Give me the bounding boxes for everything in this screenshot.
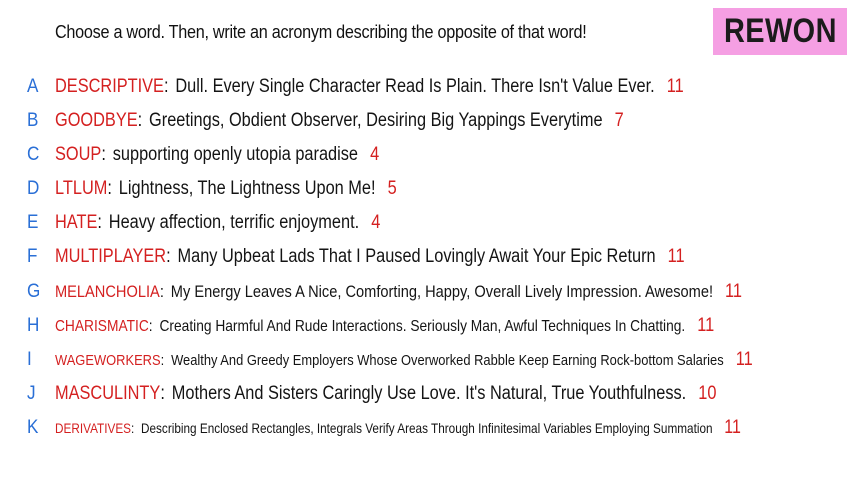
logo-text: REWON	[723, 12, 837, 50]
entry-line: DERIVATIVES: Describing Enclosed Rectang…	[55, 417, 741, 438]
entry-letter: D	[27, 178, 40, 199]
rewon-logo: REWON	[713, 8, 847, 55]
entry-acronym: Heavy affection, terrific enjoyment.	[108, 212, 360, 233]
entry-letter: I	[27, 349, 32, 370]
entry-count: 11	[725, 281, 743, 302]
entry-acronym: Greetings, Obdient Observer, Desiring Bi…	[149, 110, 603, 131]
entry-line: WAGEWORKERS: Wealthy And Greedy Employer…	[55, 349, 753, 370]
entry-word: DERIVATIVES	[55, 420, 132, 436]
list-item: F MULTIPLAYER: Many Upbeat Lads That I P…	[0, 240, 853, 274]
entry-line: HATE: Heavy affection, terrific enjoymen…	[55, 212, 381, 233]
list-item: D LTLUM: Lightness, The Lightness Upon M…	[0, 172, 853, 206]
entry-letter: J	[27, 383, 36, 404]
entry-letter: F	[27, 246, 38, 267]
entry-word: MULTIPLAYER	[55, 246, 167, 267]
entry-acronym: Mothers And Sisters Caringly Use Love. I…	[171, 383, 687, 404]
entry-count: 4	[370, 144, 380, 165]
entry-acronym: My Energy Leaves A Nice, Comforting, Hap…	[170, 282, 714, 301]
list-item: J MASCULINTY: Mothers And Sisters Caring…	[0, 377, 853, 411]
entry-letter: G	[27, 281, 41, 302]
entry-count: 10	[698, 383, 717, 404]
entry-acronym: Many Upbeat Lads That I Paused Lovingly …	[177, 246, 656, 267]
entry-acronym: Creating Harmful And Rude Interactions. …	[159, 318, 686, 335]
list-item: E HATE: Heavy affection, terrific enjoym…	[0, 206, 853, 240]
list-item: G MELANCHOLIA: My Energy Leaves A Nice, …	[0, 275, 853, 309]
list-item: B GOODBYE: Greetings, Obdient Observer, …	[0, 104, 853, 138]
entry-line: GOODBYE: Greetings, Obdient Observer, De…	[55, 110, 624, 131]
entry-word: HATE	[55, 212, 98, 233]
entry-line: DESCRIPTIVE: Dull. Every Single Characte…	[55, 76, 684, 97]
entry-line: LTLUM: Lightness, The Lightness Upon Me!…	[55, 178, 397, 199]
entry-letter: K	[27, 417, 39, 438]
entry-word: MASCULINTY	[55, 383, 161, 404]
list-item: H CHARISMATIC: Creating Harmful And Rude…	[0, 309, 853, 343]
entry-line: CHARISMATIC: Creating Harmful And Rude I…	[55, 315, 715, 336]
entry-count: 11	[697, 315, 715, 336]
entry-acronym: Describing Enclosed Rectangles, Integral…	[141, 420, 713, 436]
list-item: C SOUP: supporting openly utopia paradis…	[0, 138, 853, 172]
entry-line: MULTIPLAYER: Many Upbeat Lads That I Pau…	[55, 246, 685, 267]
entry-count: 11	[735, 349, 753, 370]
entry-count: 11	[666, 76, 684, 97]
entry-line: MASCULINTY: Mothers And Sisters Caringly…	[55, 383, 717, 404]
entry-letter: B	[27, 110, 39, 131]
entry-letter: C	[27, 144, 40, 165]
entry-word: GOODBYE	[55, 110, 138, 131]
entry-word: LTLUM	[55, 178, 108, 199]
entry-acronym: supporting openly utopia paradise	[112, 144, 359, 165]
entry-count: 11	[724, 417, 741, 438]
entry-letter: E	[27, 212, 39, 233]
entry-word: WAGEWORKERS	[55, 352, 161, 369]
entry-acronym: Lightness, The Lightness Upon Me!	[118, 178, 376, 199]
entry-line: MELANCHOLIA: My Energy Leaves A Nice, Co…	[55, 281, 743, 302]
entry-count: 11	[667, 246, 685, 267]
entry-count: 7	[614, 110, 624, 131]
entry-acronym: Wealthy And Greedy Employers Whose Overw…	[171, 352, 724, 369]
entry-line: SOUP: supporting openly utopia paradise …	[55, 144, 380, 165]
prompt-text: Choose a word. Then, write an acronym de…	[55, 22, 587, 42]
entry-letter: H	[27, 315, 40, 336]
entry-acronym: Dull. Every Single Character Read Is Pla…	[175, 76, 655, 97]
list-item: I WAGEWORKERS: Wealthy And Greedy Employ…	[0, 343, 853, 377]
entry-word: MELANCHOLIA	[55, 282, 160, 301]
entry-letter: A	[27, 76, 39, 97]
entry-word: CHARISMATIC	[55, 318, 149, 335]
entry-count: 4	[371, 212, 381, 233]
entry-word: DESCRIPTIVE	[55, 76, 164, 97]
list-item: K DERIVATIVES: Describing Enclosed Recta…	[0, 411, 853, 445]
entry-count: 5	[387, 178, 397, 199]
entry-word: SOUP	[55, 144, 102, 165]
list-item: A DESCRIPTIVE: Dull. Every Single Charac…	[0, 70, 853, 104]
